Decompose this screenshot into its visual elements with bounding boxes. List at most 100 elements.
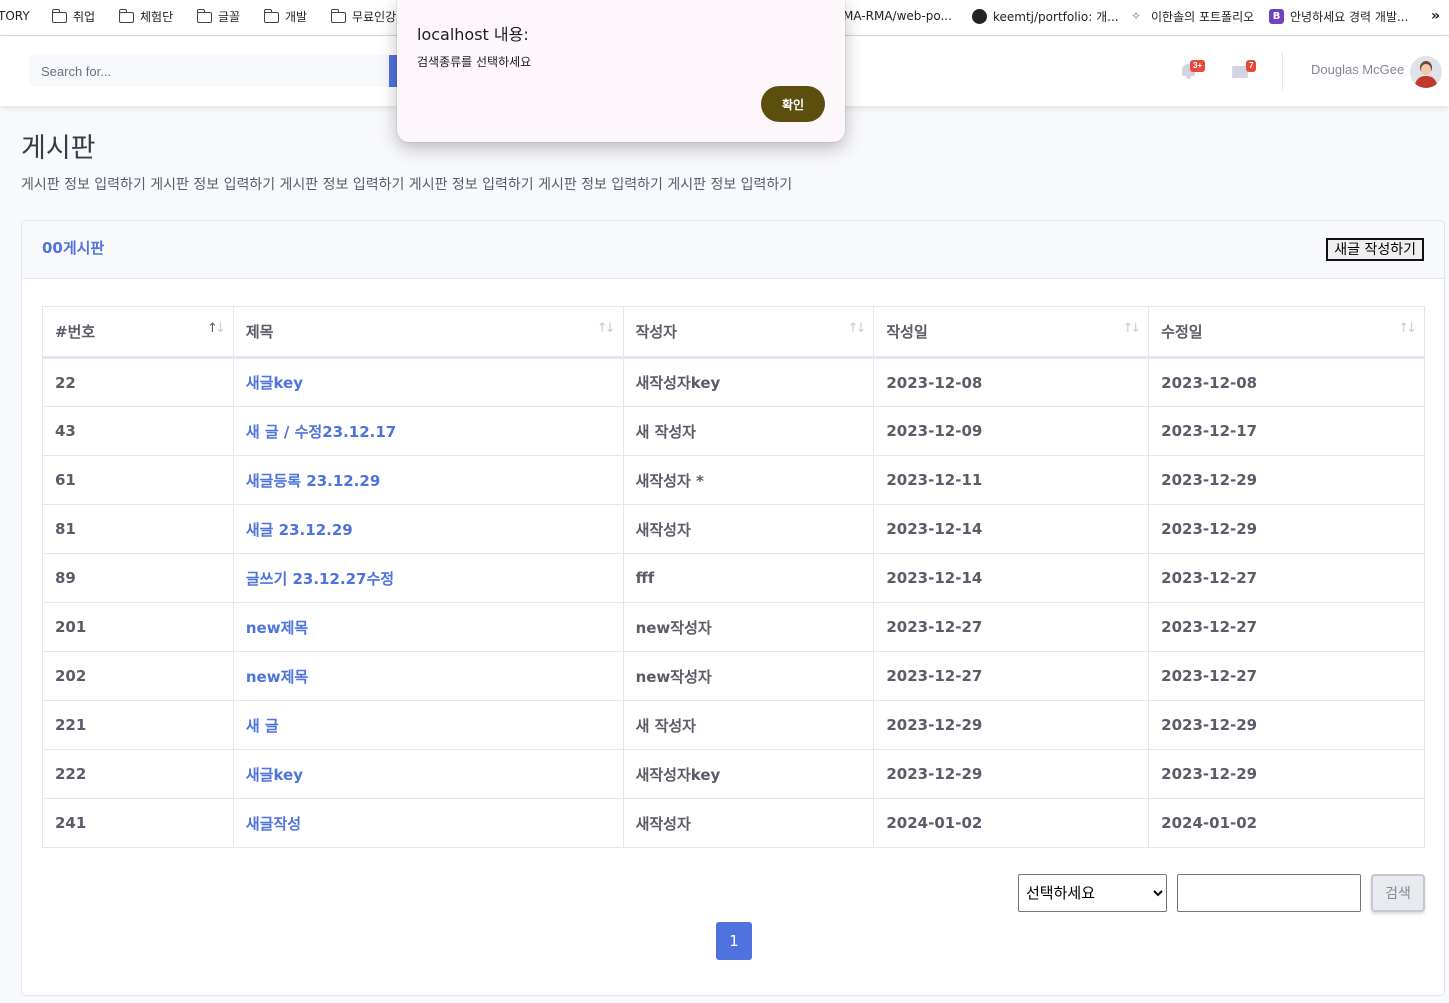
table-row: 221 새 글 새 작성자 2023-12-29 2023-12-29 <box>42 700 1425 750</box>
cell-modified: 2023-12-27 <box>1148 651 1425 701</box>
bookmark-item[interactable]: MA-RMA/web-po... <box>843 6 952 26</box>
messages-button[interactable]: 7 <box>1231 60 1257 80</box>
cell-author: 새작성자key <box>622 749 875 799</box>
bookmark-label: 안녕하세요 경력 개발... <box>1290 9 1409 24</box>
bookmark-item[interactable]: ✧ 이한솔의 포트폴리오 <box>1131 6 1254 26</box>
user-name[interactable]: Douglas McGee <box>1311 62 1404 77</box>
bookmark-item[interactable]: B 안녕하세요 경력 개발... <box>1269 6 1408 26</box>
bookmark-label: 글꼴 <box>218 9 241 24</box>
sort-icon: ↑↓ <box>1398 321 1417 336</box>
cell-modified: 2023-12-29 <box>1148 504 1425 554</box>
column-header-author[interactable]: 작성자 ↑↓ <box>622 306 875 359</box>
post-title-link[interactable]: 새 글 <box>232 700 624 750</box>
cell-created: 2023-12-27 <box>873 602 1150 652</box>
search-button[interactable]: 검색 <box>1371 874 1425 912</box>
bookmark-folder[interactable]: 개발 <box>263 6 307 26</box>
bookmark-item[interactable]: keemtj/portfolio: 개... <box>972 6 1119 26</box>
post-title-link[interactable]: new제목 <box>232 602 624 652</box>
cell-author: 새 작성자 <box>622 406 875 456</box>
github-icon <box>972 8 987 24</box>
bookmark-label: keemtj/portfolio: 개... <box>993 9 1119 24</box>
table-row: 89 글쓰기 23.12.27수정 fff 2023-12-14 2023-12… <box>42 553 1425 603</box>
post-title-link[interactable]: 새글 23.12.29 <box>232 504 624 554</box>
table-row: 201 new제목 new작성자 2023-12-27 2023-12-27 <box>42 602 1425 652</box>
messages-badge: 7 <box>1246 60 1257 72</box>
cell-number: 222 <box>42 749 234 799</box>
avatar[interactable] <box>1410 56 1442 88</box>
post-title-link[interactable]: 새글key <box>232 357 624 407</box>
avatar-face <box>1421 64 1431 75</box>
post-title-link[interactable]: 새글key <box>232 749 624 799</box>
avatar-body <box>1415 76 1437 88</box>
column-label: 수정일 <box>1161 323 1203 341</box>
post-title-link[interactable]: new제목 <box>232 651 624 701</box>
table-row: 202 new제목 new작성자 2023-12-27 2023-12-27 <box>42 651 1425 701</box>
cell-number: 221 <box>42 700 234 750</box>
folder-icon <box>118 8 134 23</box>
cell-created: 2023-12-08 <box>873 357 1150 407</box>
bookmark-label: 이한솔의 포트폴리오 <box>1151 9 1255 24</box>
column-label: #번호 <box>55 323 96 341</box>
topbar-search-input[interactable] <box>29 55 391 87</box>
pagination-page-button[interactable]: 1 <box>716 922 752 960</box>
bookmark-folder[interactable]: 글꼴 <box>196 6 241 26</box>
cell-number: 61 <box>42 455 234 505</box>
table-row: 43 새 글 / 수정23.12.17 새 작성자 2023-12-09 202… <box>42 406 1425 456</box>
sort-icon: ↑↓ <box>847 321 867 336</box>
sort-icon: ↑↓ <box>596 321 616 336</box>
bootstrap-icon: B <box>1269 8 1284 24</box>
post-title-link[interactable]: 새글작성 <box>232 798 624 848</box>
bookmark-label: 체험단 <box>140 9 174 24</box>
sort-icon: ↑↓ <box>207 321 226 336</box>
bookmark-item[interactable]: TORY <box>0 6 30 26</box>
column-header-modified[interactable]: 수정일 ↑↓ <box>1148 306 1425 359</box>
bookmark-label: 무료인강 <box>352 9 397 24</box>
folder-icon <box>263 8 279 23</box>
search-type-select[interactable]: 선택하세요 <box>1018 874 1167 912</box>
cell-modified: 2023-12-17 <box>1148 406 1425 456</box>
bookmark-folder[interactable]: 체험단 <box>118 6 174 26</box>
cell-modified: 2024-01-02 <box>1148 798 1425 848</box>
page-title: 게시판 <box>21 133 96 164</box>
cell-created: 2023-12-29 <box>873 700 1150 750</box>
card-header: 00게시판 새글 작성하기 <box>22 221 1444 279</box>
post-title-link[interactable]: 새글등록 23.12.29 <box>232 455 624 505</box>
column-header-title[interactable]: 제목 ↑↓ <box>232 306 624 359</box>
cell-number: 22 <box>42 357 234 407</box>
search-keyword-input[interactable] <box>1177 874 1361 912</box>
bookmark-folder[interactable]: 취업 <box>51 6 95 26</box>
post-title-link[interactable]: 글쓰기 23.12.27수정 <box>232 553 624 603</box>
cell-number: 81 <box>42 504 234 554</box>
column-label: 작성일 <box>886 323 928 341</box>
cell-created: 2023-12-14 <box>873 504 1150 554</box>
bookmark-label: TORY <box>0 9 30 23</box>
post-title-link[interactable]: 새 글 / 수정23.12.17 <box>232 406 624 456</box>
page-description: 게시판 정보 입력하기 게시판 정보 입력하기 게시판 정보 입력하기 게시판 … <box>21 177 793 193</box>
column-header-number[interactable]: #번호 ↑↓ <box>42 306 234 359</box>
cell-author: new작성자 <box>622 602 875 652</box>
cell-number: 241 <box>42 798 234 848</box>
cell-number: 202 <box>42 651 234 701</box>
new-post-button[interactable]: 새글 작성하기 <box>1326 238 1424 261</box>
board-table: #번호 ↑↓ 제목 ↑↓ 작성자 ↑↓ 작성일 ↑↓ 수정일 ↑↓ 22 새글k… <box>42 306 1425 848</box>
board-card: 00게시판 새글 작성하기 #번호 ↑↓ 제목 ↑↓ 작성자 ↑↓ 작성일 ↑↓… <box>21 220 1445 996</box>
dialog-message: 검색종류를 선택하세요 <box>417 55 532 69</box>
column-label: 작성자 <box>635 323 677 341</box>
cell-author: 새작성자 <box>622 504 875 554</box>
cell-modified: 2023-12-29 <box>1148 749 1425 799</box>
cell-modified: 2023-12-29 <box>1148 700 1425 750</box>
dialog-ok-button[interactable]: 확인 <box>761 86 825 122</box>
topbar-divider <box>1282 52 1283 90</box>
cell-modified: 2023-12-08 <box>1148 357 1425 407</box>
cell-author: 새작성자key <box>622 357 875 407</box>
bookmark-folder[interactable]: 무료인강 <box>330 6 397 26</box>
column-header-created[interactable]: 작성일 ↑↓ <box>873 306 1150 359</box>
table-row: 241 새글작성 새작성자 2024-01-02 2024-01-02 <box>42 798 1425 848</box>
column-label: 제목 <box>245 323 274 341</box>
cell-author: new작성자 <box>622 651 875 701</box>
runner-icon: ✧ <box>1131 9 1142 23</box>
cell-number: 89 <box>42 553 234 603</box>
bookmarks-more-button[interactable]: » <box>1431 6 1440 26</box>
dialog-title: localhost 내용: <box>417 25 529 44</box>
alerts-button[interactable]: 3+ <box>1180 60 1206 80</box>
